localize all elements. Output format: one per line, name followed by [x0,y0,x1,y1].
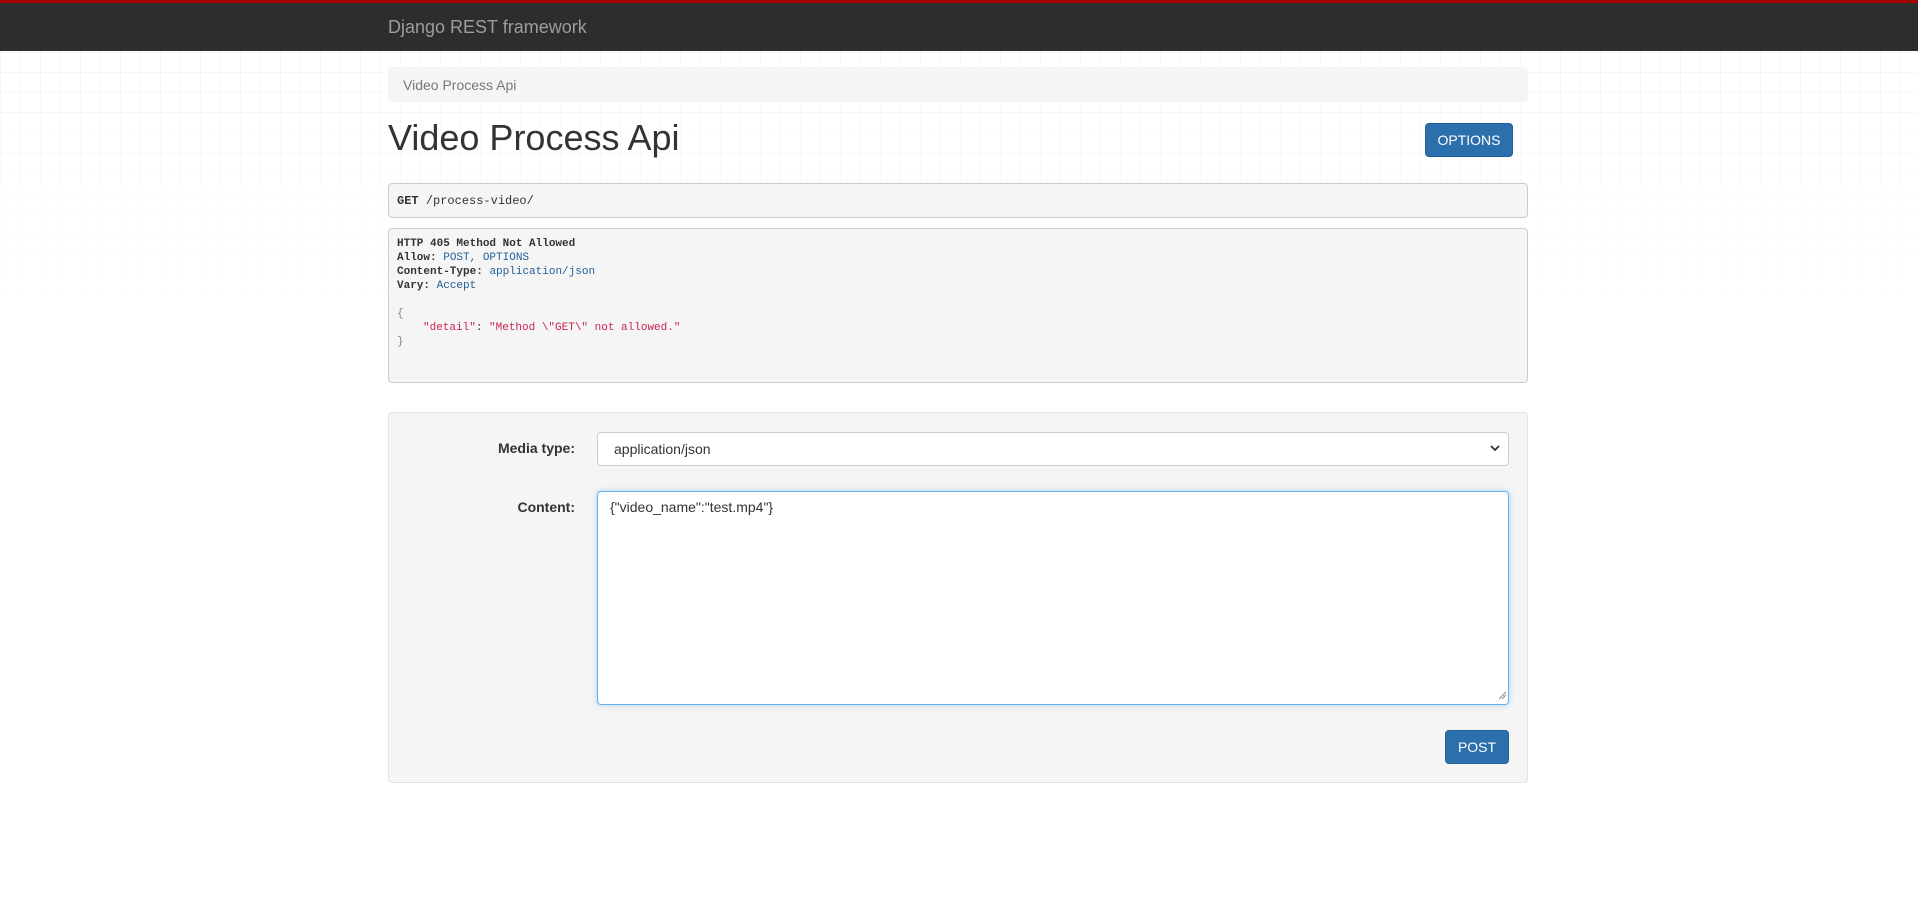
json-value: "Method \"GET\" not allowed." [489,322,681,334]
media-type-label: Media type: [497,440,575,456]
response-header-value: Accept [436,280,477,292]
options-button[interactable]: OPTIONS [1425,123,1513,157]
request-path: /process-video/ [425,194,534,208]
media-type-value: application/json [614,441,711,457]
resize-handle-icon[interactable] [1497,687,1507,703]
breadcrumb: Video Process Api [388,67,1528,102]
response-header-name: Allow: [397,252,437,264]
raw-data-form: Media type: application/json Content: {"… [388,412,1528,783]
content-value: {"video_name":"test.mp4"} [610,499,774,515]
response-header-value: POST, OPTIONS [443,252,530,264]
request-info: GET /process-video/ [388,183,1528,218]
response-header-name: Vary: [397,280,431,292]
brand-link[interactable]: Django REST framework [388,17,587,38]
json-colon: : [475,322,490,334]
media-type-select[interactable]: application/json [597,432,1509,466]
post-button[interactable]: POST [1445,730,1509,764]
content-label: Content: [517,499,575,515]
response-status-line: HTTP 405 Method Not Allowed [397,238,576,250]
json-key: "detail" [423,322,476,334]
json-open-brace: { [397,308,404,320]
response-header-name: Content-Type: [397,266,483,278]
content-textarea[interactable]: {"video_name":"test.mp4"} [597,491,1509,705]
breadcrumb-item-active: Video Process Api [403,77,517,93]
navbar: Django REST framework [0,0,1918,51]
chevron-down-icon [1488,441,1502,458]
response-header-value: application/json [489,266,596,278]
json-close-brace: } [397,336,404,348]
page-title: Video Process Api [388,117,680,158]
response-info: HTTP 405 Method Not Allowed Allow: POST,… [388,228,1528,383]
request-method: GET [397,194,419,208]
